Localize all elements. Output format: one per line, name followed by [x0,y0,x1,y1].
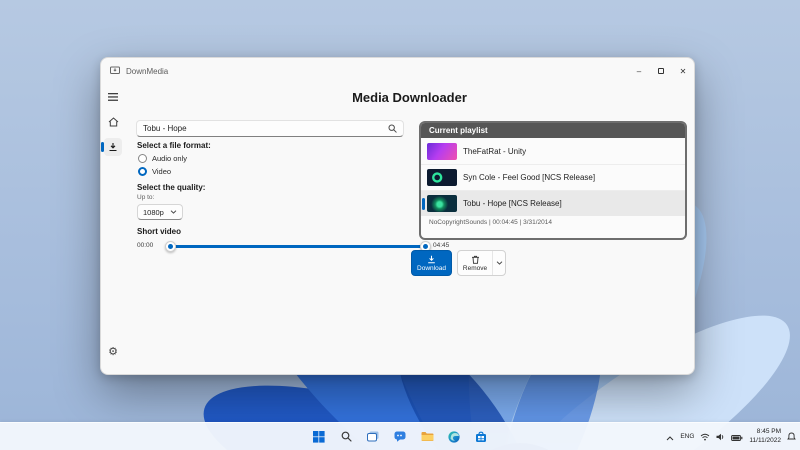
chevron-down-icon [496,261,502,265]
quality-selected-value: 1080p [143,207,164,217]
video-metadata: NoCopyrightSounds | 00:04:45 | 3/31/2014 [429,219,552,226]
trim-section-label: Short video [137,227,182,236]
taskbar: ENG 8:45 PM 11/11/2022 [0,422,800,450]
download-button-label: Download [417,264,446,272]
edge-icon [448,430,460,443]
windows-start-icon [313,430,325,443]
slider-handle-start[interactable] [165,241,176,252]
edge-browser-button[interactable] [443,426,465,448]
chat-button[interactable] [389,426,411,448]
remove-split-button: Remove [457,250,506,276]
video-thumbnail [427,142,457,160]
battery-icon [731,434,743,441]
quality-section-label: Select the quality: [137,183,206,192]
video-thumbnail [427,169,457,186]
file-explorer-icon [421,432,433,441]
app-window: DownMedia – ✕ ⚙ Media Downloader Tobu - … [100,57,695,375]
chevron-up-icon [666,435,674,440]
chat-icon [394,431,406,442]
taskbar-search-button[interactable] [335,426,357,448]
network-button[interactable] [700,428,710,446]
radio-audio-label: Audio only [152,154,188,163]
radio-video-label: Video [152,167,172,176]
sidebar: ⚙ [101,84,125,374]
tray-time: 8:45 PM [756,428,781,436]
close-button[interactable]: ✕ [672,58,694,84]
titlebar[interactable]: DownMedia – ✕ [101,58,694,84]
sidebar-item-home[interactable] [104,113,122,131]
action-buttons: Download Remove [411,250,506,276]
maximize-icon [658,68,664,74]
playlist-item[interactable]: Syn Cole - Feel Good [NCS Release] [421,164,685,190]
hamburger-menu-button[interactable] [104,88,122,106]
volume-icon [716,433,724,440]
format-section-label: Select a file format: [137,141,211,150]
clock[interactable]: 8:45 PM 11/11/2022 [749,428,781,444]
quality-hint: Up to: [137,194,155,201]
language-indicator[interactable]: ENG [680,433,694,440]
trim-range-slider[interactable] [165,241,431,252]
file-explorer-button[interactable] [416,426,438,448]
sidebar-item-downloads[interactable] [101,138,122,156]
home-icon [108,117,118,127]
task-view-button[interactable] [362,426,384,448]
store-icon [476,431,486,442]
notification-center-button[interactable] [787,428,796,446]
start-button[interactable] [308,426,330,448]
search-box[interactable] [136,120,404,137]
wifi-icon [701,433,710,440]
remove-button-label: Remove [462,264,488,272]
taskbar-center-icons [308,423,492,450]
video-thumbnail [427,195,457,212]
quality-dropdown[interactable]: 1080p [137,204,183,220]
playlist-item[interactable]: TheFatRat - Unity [421,138,685,164]
playlist-panel: Current playlist TheFatRat - Unity Syn C… [419,121,687,240]
notification-bell-icon [787,432,796,439]
playlist-item-title: Tobu - Hope [NCS Release] [463,199,562,208]
download-icon [109,143,117,152]
desktop: DownMedia – ✕ ⚙ Media Downloader Tobu - … [0,0,800,450]
trash-icon [471,255,479,264]
tray-chevron-button[interactable] [666,428,674,446]
volume-button[interactable] [716,428,725,446]
radio-audio-icon[interactable] [138,154,147,163]
settings-gear-icon: ⚙ [108,345,118,358]
tray-date: 11/11/2022 [749,436,781,444]
radio-option-video[interactable]: Video [138,167,171,176]
download-button-icon [428,255,435,263]
radio-option-audio[interactable]: Audio only [138,154,187,163]
battery-button[interactable] [731,428,743,446]
sidebar-item-settings[interactable]: ⚙ [104,343,122,361]
remove-dropdown-button[interactable] [492,251,505,275]
maximize-button[interactable] [650,58,672,84]
download-button[interactable]: Download [411,250,452,276]
microsoft-store-button[interactable] [470,426,492,448]
playlist-header: Current playlist [421,123,685,138]
task-view-icon [367,431,379,442]
window-title: DownMedia [126,66,169,76]
minimize-button[interactable]: – [628,58,650,84]
playlist-item-title: Syn Cole - Feel Good [NCS Release] [463,173,596,182]
active-indicator [101,142,104,152]
page-title: Media Downloader [352,90,467,105]
hamburger-icon [108,93,118,101]
search-icon[interactable] [388,124,397,133]
selection-indicator [422,198,425,210]
chevron-down-icon [170,210,177,214]
trim-start-time: 00:00 [137,242,154,249]
radio-video-icon[interactable] [138,167,147,176]
trim-end-time: 04:45 [433,242,450,249]
main-content: Media Downloader Select a file format: A… [125,84,694,374]
remove-button[interactable]: Remove [458,251,492,275]
playlist-item-selected[interactable]: Tobu - Hope [NCS Release] [421,190,685,216]
search-icon [341,431,352,442]
app-icon [110,66,120,74]
playlist-item-title: TheFatRat - Unity [463,146,527,156]
system-tray: ENG 8:45 PM 11/11/2022 [666,423,796,450]
search-input[interactable] [143,124,388,133]
